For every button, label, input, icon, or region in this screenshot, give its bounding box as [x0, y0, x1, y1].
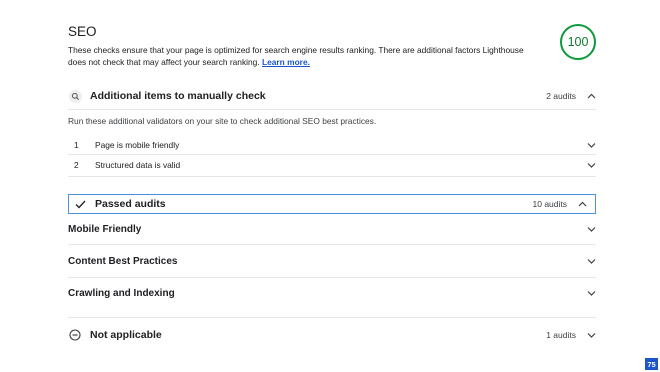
section-title: SEO	[68, 24, 97, 39]
group-label: Content Best Practices	[68, 255, 178, 267]
chevron-down-icon[interactable]	[586, 290, 596, 296]
chevron-down-icon[interactable]	[586, 162, 596, 168]
divider	[68, 109, 596, 110]
divider	[68, 317, 596, 318]
group-crawling-and-indexing[interactable]: Crawling and Indexing	[68, 283, 596, 303]
not-applicable-title: Not applicable	[90, 329, 162, 341]
chevron-down-icon[interactable]	[586, 258, 596, 264]
group-label: Mobile Friendly	[68, 223, 142, 235]
chevron-down-icon[interactable]	[586, 332, 596, 338]
divider	[68, 176, 596, 177]
item-number: 2	[74, 160, 79, 170]
chevron-up-icon[interactable]	[577, 201, 587, 207]
manual-checks-header[interactable]: Additional items to manually check 2 aud…	[68, 86, 596, 106]
score-value: 100	[567, 35, 589, 49]
list-item[interactable]: 1 Page is mobile friendly	[68, 136, 596, 154]
manual-checks-title: Additional items to manually check	[90, 90, 266, 102]
item-label: Structured data is valid	[95, 160, 181, 170]
manual-checks-description: Run these additional validators on your …	[68, 116, 377, 126]
page-number-badge: 75	[645, 358, 658, 370]
group-mobile-friendly[interactable]: Mobile Friendly	[68, 219, 596, 239]
item-number: 1	[74, 140, 79, 150]
passed-audits-title: Passed audits	[95, 198, 166, 210]
divider	[68, 277, 596, 278]
divider	[68, 154, 596, 155]
check-icon	[73, 200, 87, 209]
passed-audits-count: 10 audits	[532, 199, 568, 209]
not-applicable-count: 1 audits	[546, 330, 576, 340]
chevron-down-icon[interactable]	[586, 142, 596, 148]
chevron-up-icon[interactable]	[586, 93, 596, 99]
score-gauge: 100	[560, 24, 596, 60]
list-item[interactable]: 2 Structured data is valid	[68, 156, 596, 174]
minus-circle-icon	[68, 329, 82, 341]
manual-checks-count: 2 audits	[546, 91, 576, 101]
item-label: Page is mobile friendly	[95, 140, 180, 150]
chevron-down-icon[interactable]	[586, 226, 596, 232]
section-description: These checks ensure that your page is op…	[68, 45, 538, 68]
passed-audits-header[interactable]: Passed audits 10 audits	[68, 194, 596, 214]
learn-more-link[interactable]: Learn more.	[262, 57, 310, 67]
group-content-best-practices[interactable]: Content Best Practices	[68, 251, 596, 271]
divider	[68, 244, 596, 245]
not-applicable-header[interactable]: Not applicable 1 audits	[68, 325, 596, 345]
group-label: Crawling and Indexing	[68, 287, 175, 299]
search-icon	[68, 89, 82, 103]
